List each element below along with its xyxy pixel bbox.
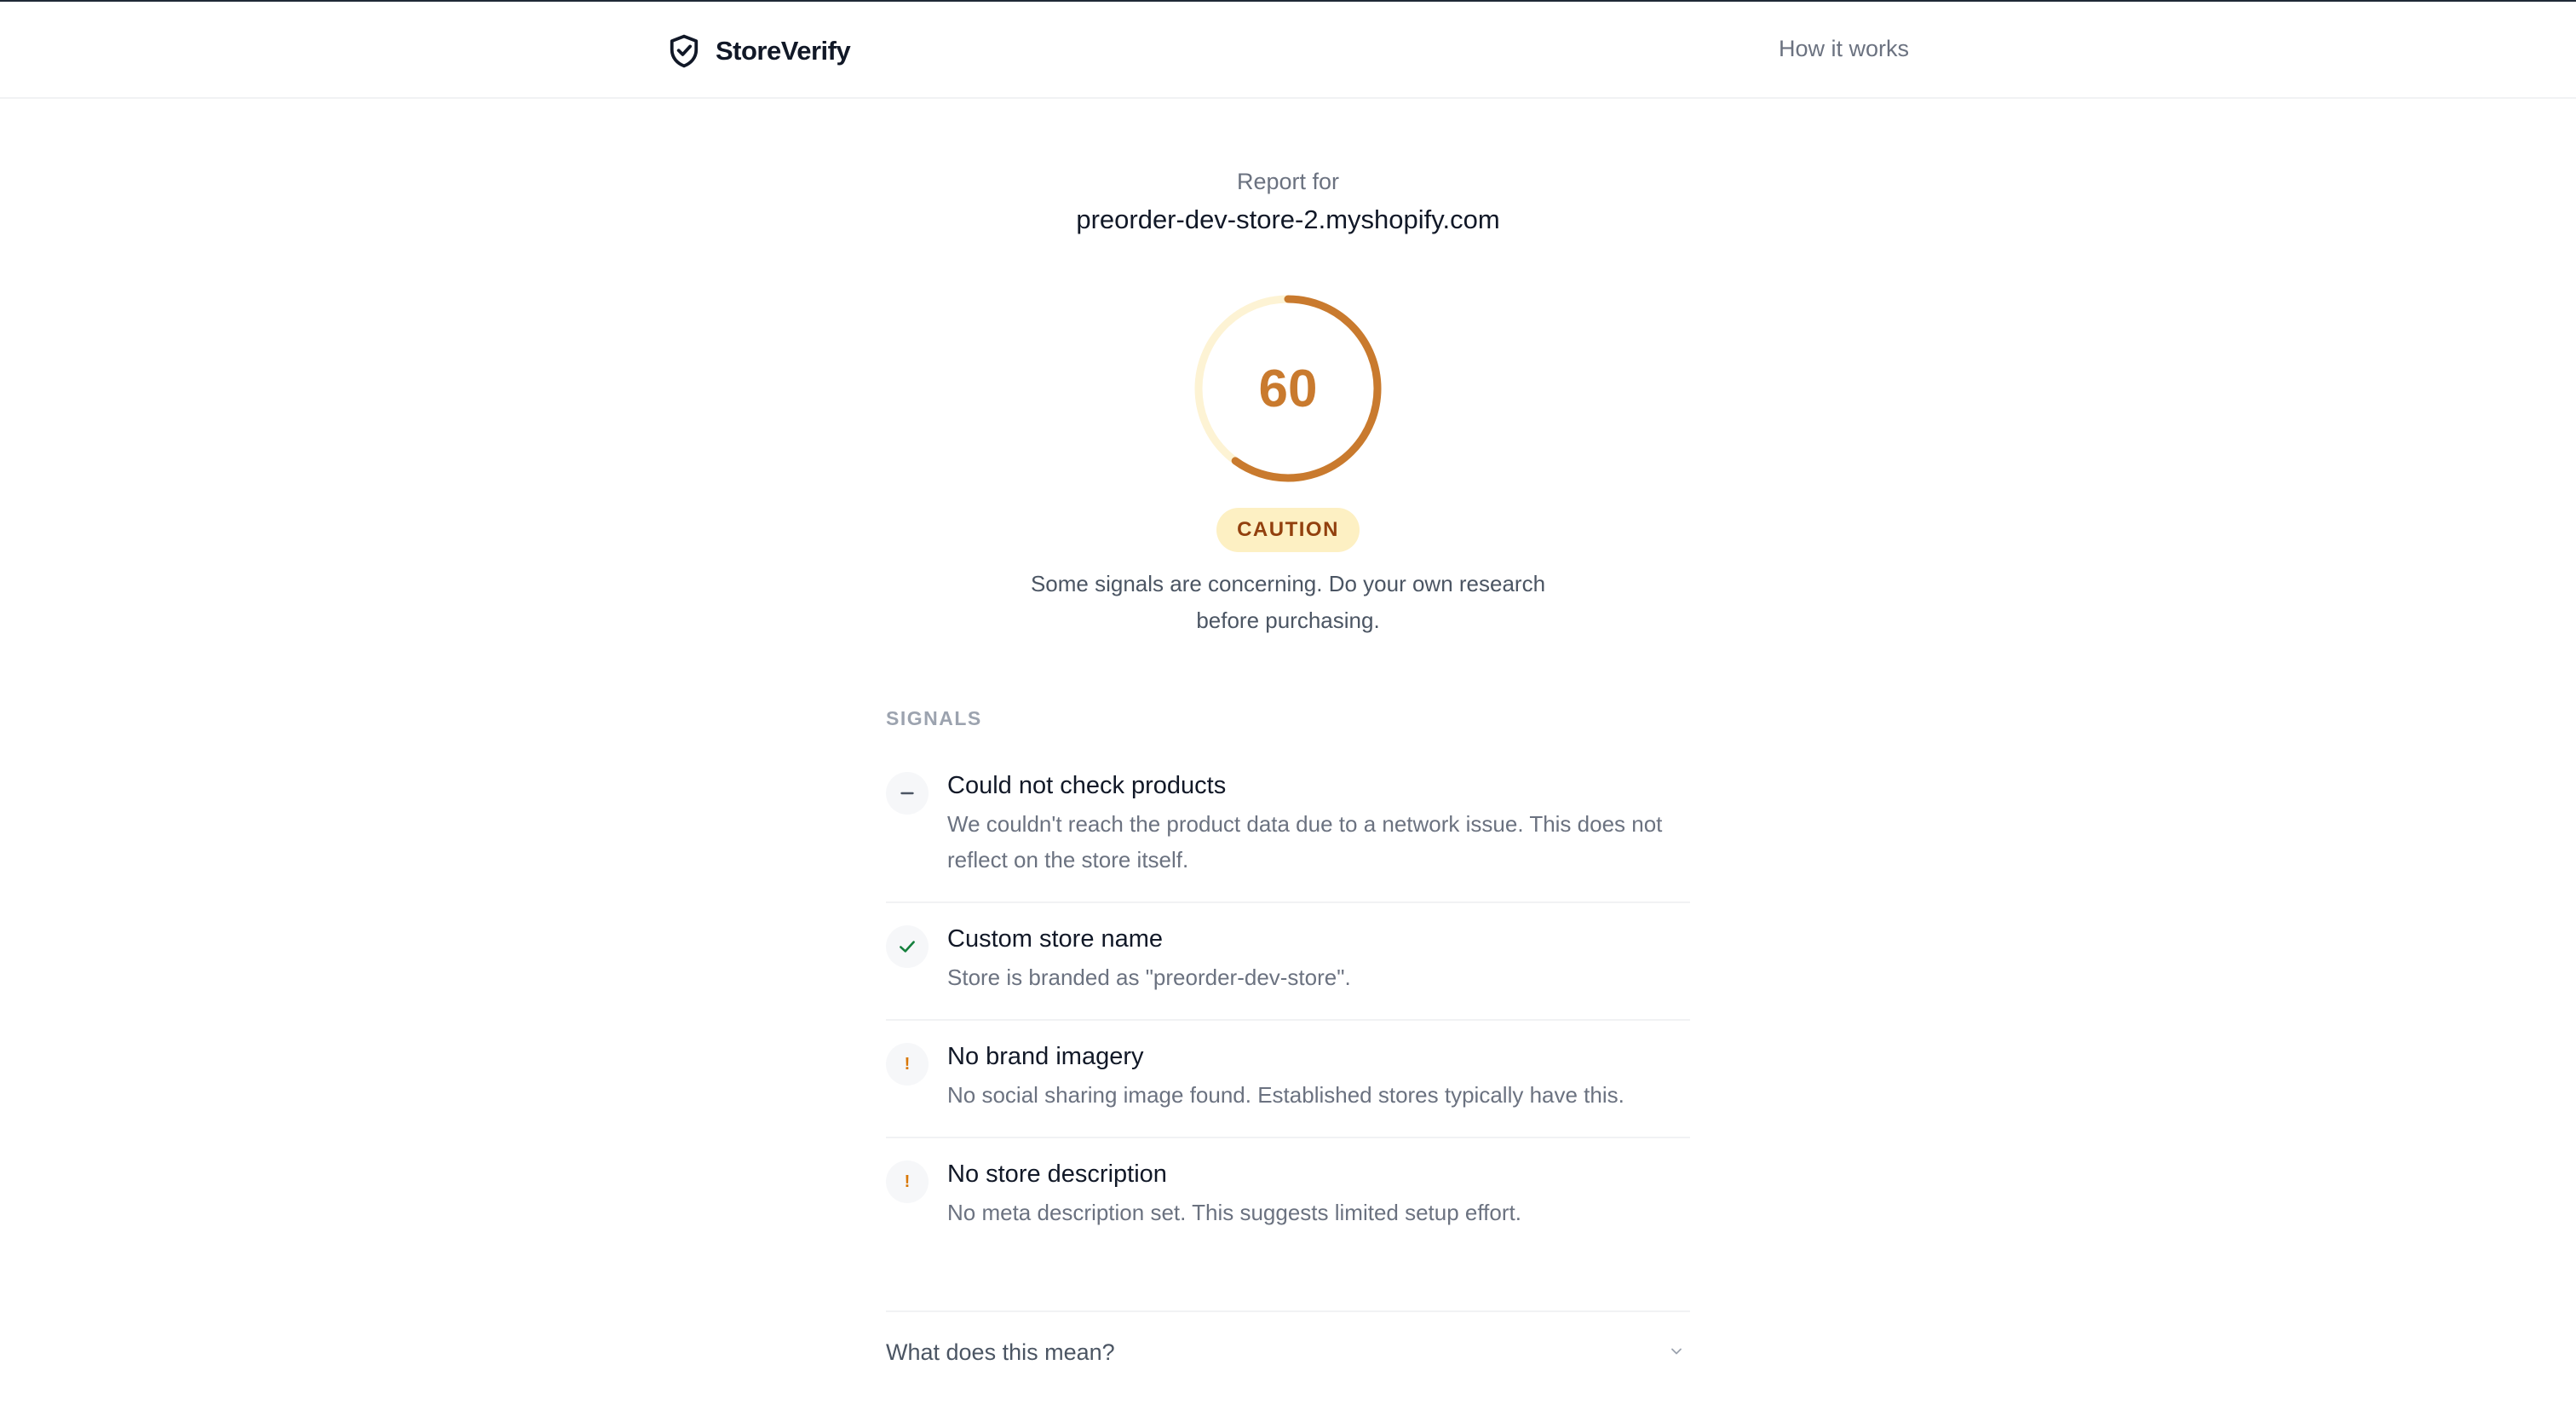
signal-item: ! No brand imagery No social sharing ima… (886, 1021, 1690, 1138)
signal-description: Store is branded as "preorder-dev-store"… (947, 965, 1351, 990)
minus-icon (886, 772, 929, 815)
how-it-works-link[interactable]: How it works (1779, 36, 1909, 62)
faq-accordion[interactable]: What does this mean? (886, 1310, 1690, 1387)
score-gauge: 60 (1193, 293, 1383, 484)
status-badge: CAUTION (1216, 508, 1360, 552)
signal-description: No meta description set. This suggests l… (947, 1200, 1521, 1225)
site-header: StoreVerify How it works (0, 2, 2576, 99)
report-label: Report for (1236, 169, 1340, 194)
chevron-down-icon (1671, 1348, 1682, 1355)
signal-title: Custom store name (947, 925, 1164, 953)
signal-item: Custom store name Store is branded as "p… (886, 903, 1690, 1021)
brand-logo[interactable]: StoreVerify (668, 31, 851, 72)
store-domain: preorder-dev-store-2.myshopify.com (1076, 204, 1500, 234)
brand-name: StoreVerify (716, 36, 851, 66)
signal-description: We couldn't reach the product data due t… (947, 811, 1663, 873)
exclamation-icon: ! (886, 1043, 929, 1086)
verdict-text: Some signals are concerning. Do your own… (1030, 571, 1546, 633)
check-icon (886, 925, 929, 968)
faq-label: What does this mean? (886, 1339, 1115, 1365)
signal-title: No brand imagery (947, 1043, 1144, 1070)
signal-title: No store description (947, 1160, 1167, 1188)
signal-description: No social sharing image found. Establish… (947, 1082, 1624, 1108)
signal-title: Could not check products (947, 772, 1227, 799)
score-value: 60 (1258, 359, 1318, 418)
exclamation-icon: ! (886, 1160, 929, 1203)
shield-icon (670, 34, 699, 68)
signal-item: Could not check products We couldn't rea… (886, 750, 1690, 903)
signals-section-title: SIGNALS (886, 707, 982, 729)
signal-item: ! No store description No meta descripti… (886, 1138, 1690, 1254)
signals-list: Could not check products We couldn't rea… (886, 750, 1690, 1254)
